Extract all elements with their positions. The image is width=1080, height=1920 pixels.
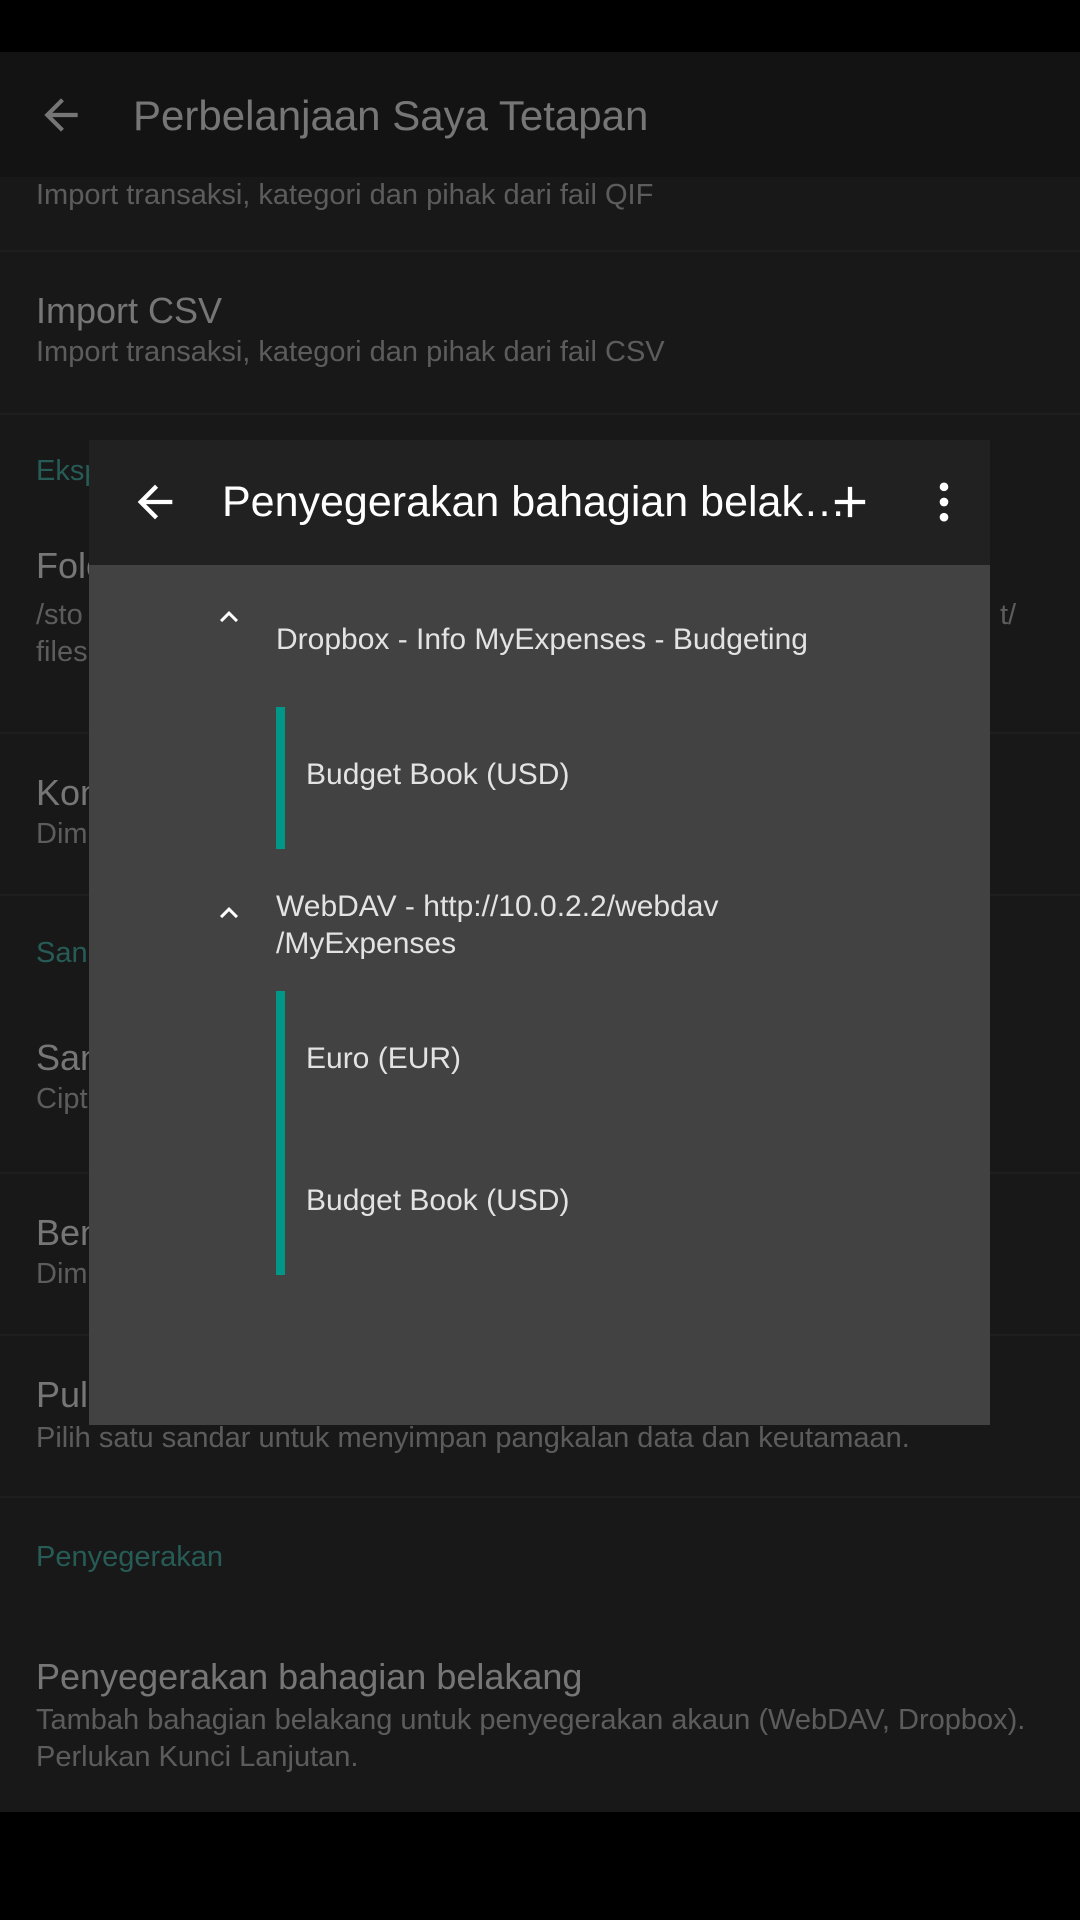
chevron-up-icon[interactable]	[211, 599, 247, 635]
backend-group-webdav[interactable]: WebDAV - http://10.0.2.2/webdav /MyExpen…	[89, 865, 990, 1005]
more-vert-icon[interactable]	[918, 476, 970, 528]
chevron-up-icon[interactable]	[211, 895, 247, 931]
dialog-title: Penyegerakan bahagian belakang	[222, 478, 862, 526]
backend-group-dropbox[interactable]: Dropbox - Info MyExpenses - Budgeting	[89, 565, 990, 705]
backend-label: WebDAV - http://10.0.2.2/webdav /MyExpen…	[276, 890, 719, 960]
account-item[interactable]: Euro (EUR)	[276, 991, 916, 1133]
sync-backend-dialog: Penyegerakan bahagian belakang Dropbox -…	[89, 440, 990, 1425]
account-label: Euro (EUR)	[306, 1042, 462, 1075]
plus-icon[interactable]	[824, 476, 876, 528]
account-label: Budget Book (USD)	[306, 758, 570, 791]
account-label: Budget Book (USD)	[306, 1184, 570, 1217]
backend-label: Dropbox - Info MyExpenses - Budgeting	[276, 623, 808, 656]
account-item[interactable]: Budget Book (USD)	[276, 1133, 916, 1275]
dialog-toolbar: Penyegerakan bahagian belakang	[89, 440, 990, 565]
back-arrow-icon[interactable]	[129, 476, 181, 528]
account-item[interactable]: Budget Book (USD)	[276, 707, 916, 849]
